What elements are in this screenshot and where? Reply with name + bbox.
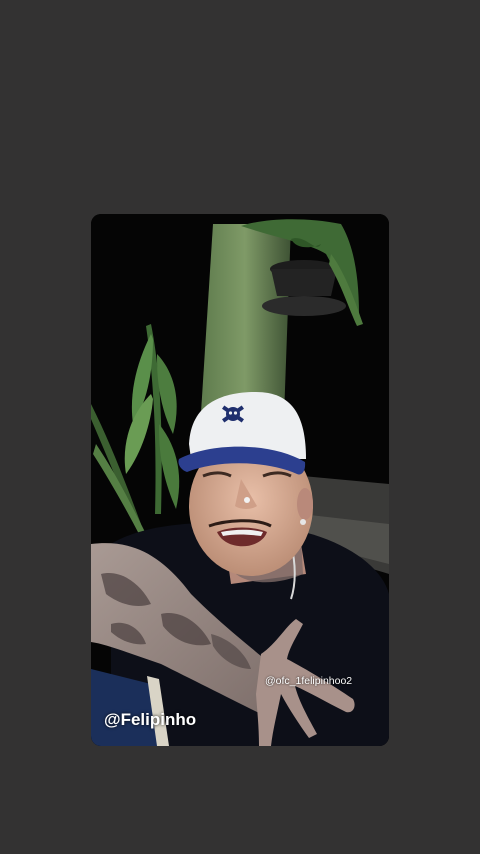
username-label[interactable]: @Felipinho [104,710,196,730]
story-video-frame [91,214,389,746]
story-screen: @ofc_1felipinhoo2 @Felipinho [0,0,480,854]
story-card[interactable]: @ofc_1felipinhoo2 @Felipinho [91,214,389,746]
mention-sticker[interactable]: @ofc_1felipinhoo2 [265,675,352,687]
